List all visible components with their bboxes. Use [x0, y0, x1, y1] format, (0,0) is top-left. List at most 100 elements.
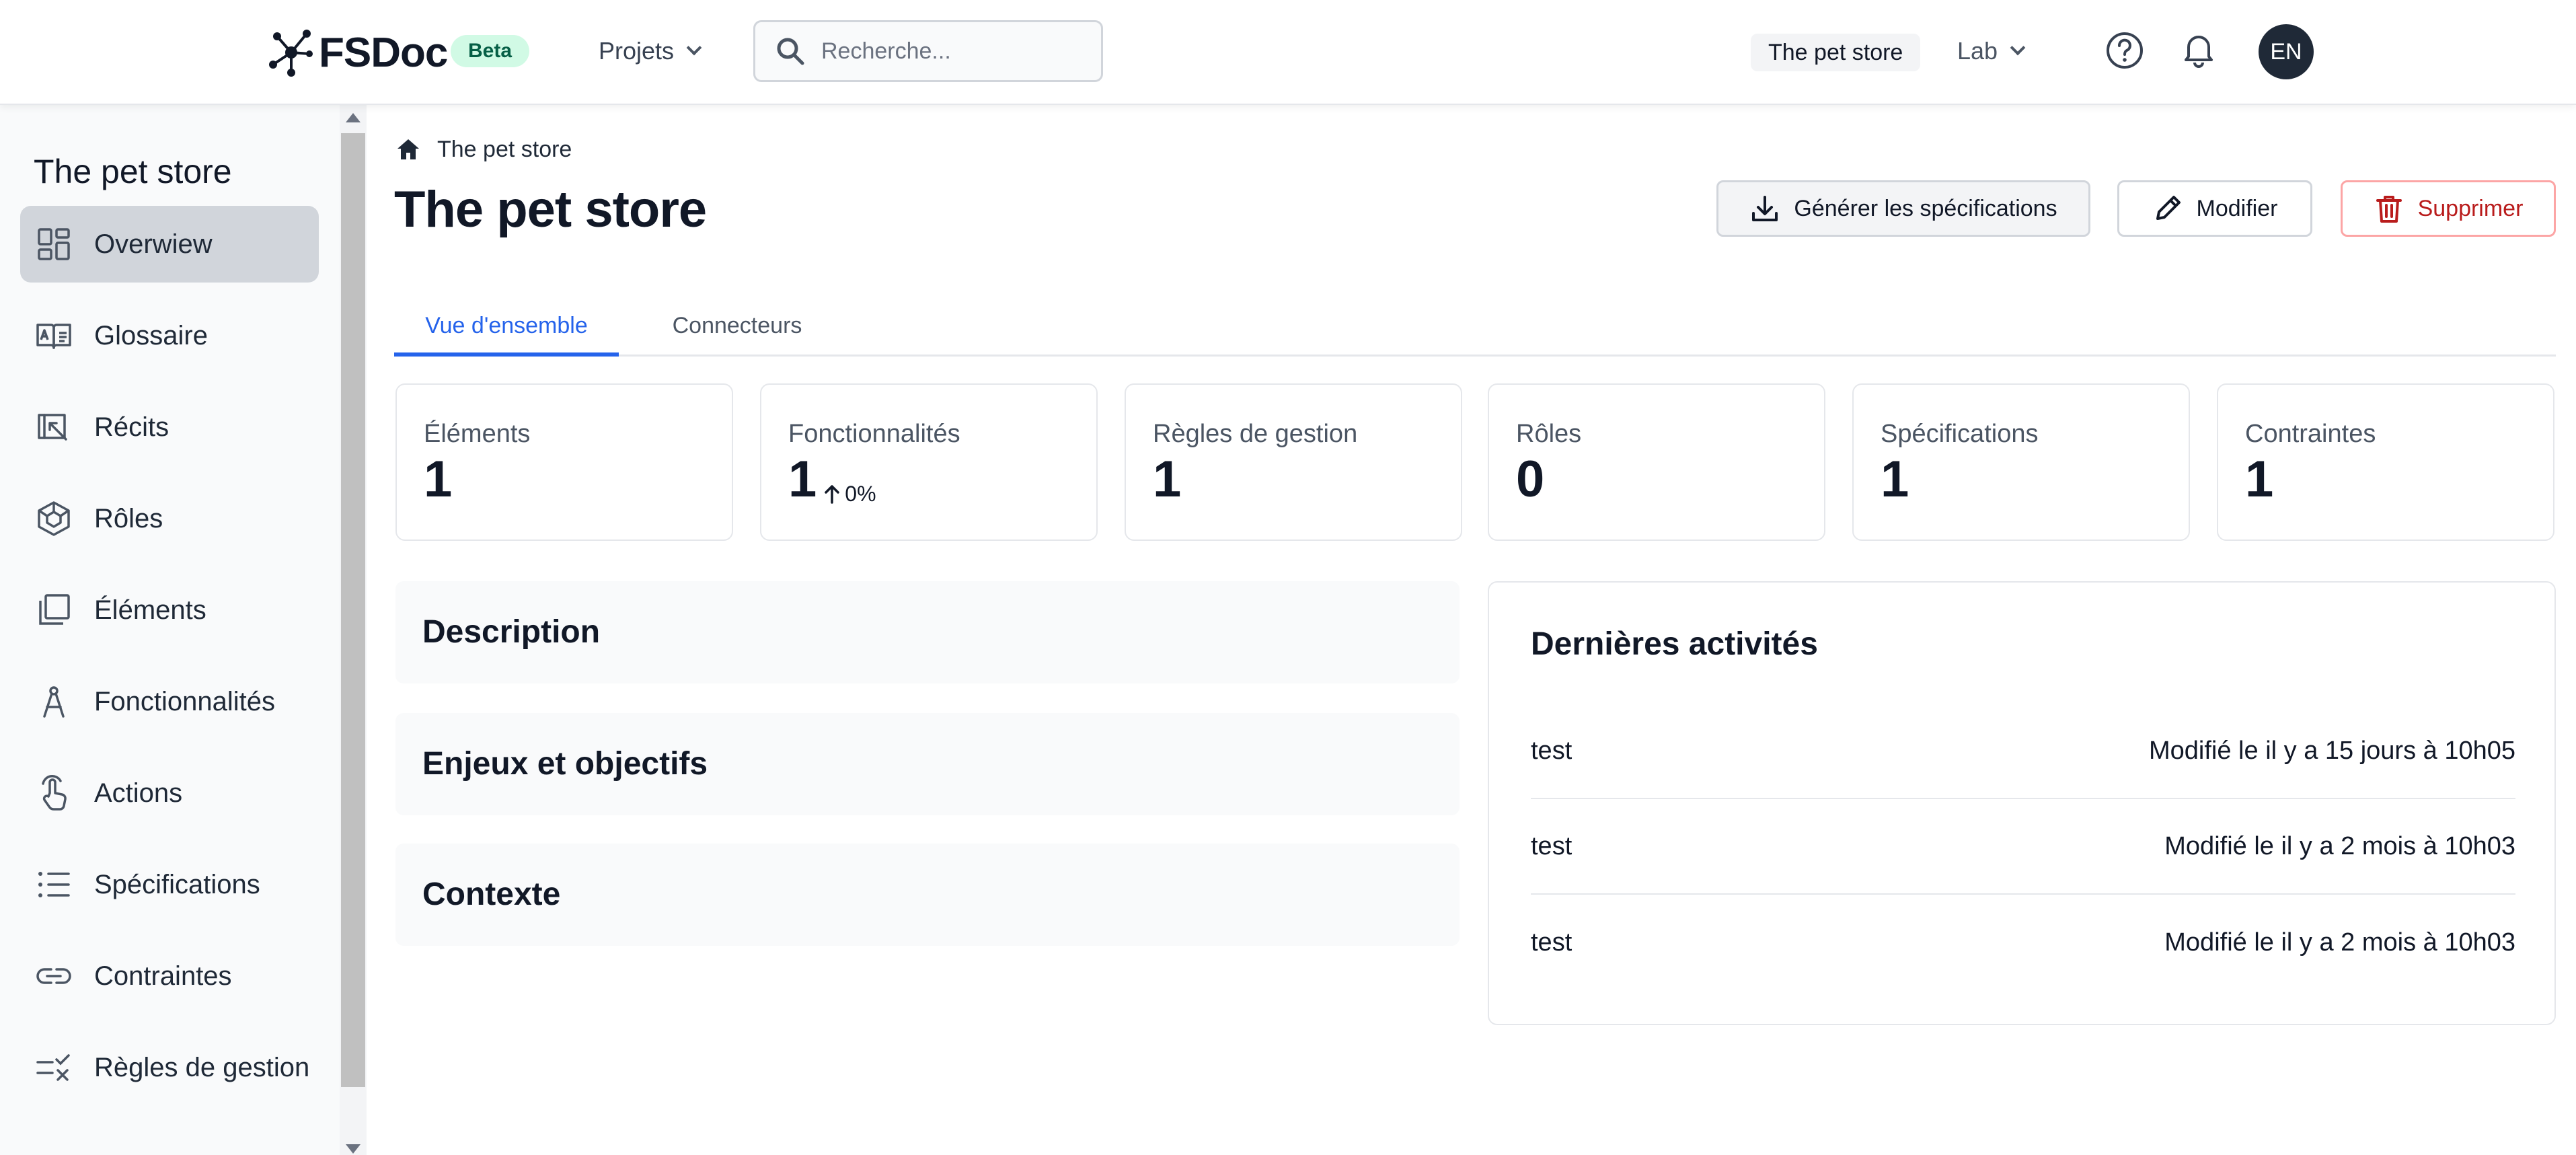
- sidebar-item-roles[interactable]: Rôles: [20, 480, 319, 557]
- stat-card-fonctionnalites[interactable]: Fonctionnalités 1 0%: [760, 383, 1098, 541]
- generate-label: Générer les spécifications: [1794, 195, 2057, 221]
- top-bar: FSDoc Beta Projets The pet store Lab EN: [0, 0, 2576, 105]
- activity-date: Modifié le il y a 2 mois à 10h03: [2164, 831, 2515, 860]
- current-project-pill[interactable]: The pet store: [1751, 34, 1921, 71]
- dashboard-icon: [38, 228, 70, 260]
- scroll-up-arrow-icon[interactable]: [346, 113, 361, 122]
- activity-row[interactable]: test Modifié le il y a 15 jours à 10h05: [1531, 704, 2515, 799]
- network-logo-icon: [269, 30, 313, 77]
- sidebar-item-contraintes[interactable]: Contraintes: [20, 938, 319, 1014]
- rules-icon: [36, 1054, 70, 1081]
- activity-row[interactable]: test Modifié le il y a 2 mois à 10h03: [1531, 799, 2515, 895]
- stat-value: 0: [1516, 451, 1545, 508]
- bell-icon[interactable]: [2179, 30, 2218, 70]
- stat-card-elements[interactable]: Éléments 1: [395, 383, 733, 541]
- stat-card-contraintes[interactable]: Contraintes 1: [2217, 383, 2554, 541]
- delete-button[interactable]: Supprimer: [2341, 180, 2556, 237]
- search-box[interactable]: [753, 20, 1103, 82]
- activity-name: test: [1531, 831, 1573, 860]
- activity-row[interactable]: test Modifié le il y a 2 mois à 10h03: [1531, 895, 2515, 990]
- list-icon: [38, 872, 70, 897]
- stat-value: 1: [424, 451, 453, 508]
- section-enjeux-et-objectifs[interactable]: Enjeux et objectifs: [395, 713, 1460, 815]
- stat-value: 1: [1153, 451, 1182, 508]
- beta-badge: Beta: [451, 35, 530, 67]
- sidebar-item-specifications[interactable]: Spécifications: [20, 846, 319, 923]
- fsdoc-logo[interactable]: FSDoc: [268, 26, 448, 79]
- stat-label: Spécifications: [1881, 420, 2039, 448]
- search-icon: [777, 38, 804, 65]
- role-cube-icon: [38, 501, 70, 536]
- page-title: The pet store: [394, 181, 707, 238]
- section-description[interactable]: Description: [395, 581, 1460, 683]
- help-icon[interactable]: [2105, 31, 2144, 70]
- home-icon[interactable]: [395, 137, 421, 162]
- activity-name: test: [1531, 736, 1573, 765]
- delete-label: Supprimer: [2417, 195, 2524, 221]
- section-contexte[interactable]: Contexte: [395, 844, 1460, 946]
- logo-text: FSDoc: [319, 29, 448, 76]
- scroll-thumb[interactable]: [341, 133, 365, 1087]
- stat-trend-value: 0%: [845, 482, 876, 506]
- stat-label: Règles de gestion: [1153, 420, 1358, 448]
- sidebar-project-title: The pet store: [34, 153, 232, 190]
- sidebar-item-label: Fonctionnalités: [94, 686, 276, 716]
- stat-card-specifications[interactable]: Spécifications 1: [1852, 383, 2190, 541]
- sidebar-item-label: Contraintes: [94, 961, 232, 991]
- projects-dropdown[interactable]: Projets: [599, 34, 702, 69]
- scroll-down-arrow-icon[interactable]: [346, 1144, 361, 1154]
- workspace-label: Lab: [1957, 37, 1998, 65]
- edit-button[interactable]: Modifier: [2117, 180, 2312, 237]
- sidebar-item-recits[interactable]: Récits: [20, 389, 319, 465]
- recent-activity-panel: Dernières activités test Modifié le il y…: [1488, 581, 2556, 1025]
- user-avatar[interactable]: EN: [2259, 24, 2314, 79]
- sidebar: The pet store Overwiew Glossaire Récits …: [0, 105, 340, 1155]
- activity-date: Modifié le il y a 2 mois à 10h03: [2164, 928, 2515, 957]
- sidebar-item-elements[interactable]: Éléments: [20, 572, 319, 648]
- tab-vue-d-ensemble[interactable]: Vue d'ensemble: [394, 299, 619, 357]
- sidebar-scrollbar[interactable]: [340, 105, 367, 1155]
- stat-value: 1: [2245, 451, 2274, 508]
- sidebar-item-label: Règles de gestion: [94, 1052, 310, 1082]
- breadcrumb-current[interactable]: The pet store: [437, 137, 572, 163]
- pencil-icon: [2156, 196, 2181, 220]
- link-icon: [36, 968, 71, 984]
- workspace-dropdown[interactable]: Lab: [1957, 32, 2026, 70]
- sidebar-item-label: Overwiew: [94, 229, 213, 259]
- tab-connecteurs[interactable]: Connecteurs: [636, 299, 838, 357]
- sidebar-item-label: Récits: [94, 412, 169, 442]
- tab-bar: Vue d'ensemble Connecteurs: [394, 283, 2556, 357]
- stat-card-regles-de-gestion[interactable]: Règles de gestion 1: [1125, 383, 1462, 541]
- generate-specifications-button[interactable]: Générer les spécifications: [1716, 180, 2090, 237]
- arrow-up-icon: [825, 485, 840, 504]
- sidebar-item-label: Rôles: [94, 503, 163, 533]
- activity-title: Dernières activités: [1531, 626, 1818, 662]
- download-icon: [1752, 196, 1778, 221]
- sidebar-item-label: Éléments: [94, 595, 206, 625]
- elements-icon: [39, 594, 70, 625]
- stat-value: 1: [788, 451, 817, 508]
- stat-card-roles[interactable]: Rôles 0: [1488, 383, 1825, 541]
- sidebar-item-glossaire[interactable]: Glossaire: [20, 297, 319, 374]
- story-icon: [38, 414, 67, 441]
- stat-trend: 0%: [822, 482, 876, 505]
- projects-label: Projets: [599, 37, 675, 65]
- stat-label: Éléments: [424, 420, 531, 448]
- compass-icon: [43, 686, 65, 718]
- sidebar-item-label: Glossaire: [94, 320, 208, 350]
- stat-value: 1: [1881, 451, 1909, 508]
- activity-name: test: [1531, 928, 1573, 957]
- chevron-down-icon: [686, 40, 702, 56]
- sidebar-item-regles-de-gestion[interactable]: Règles de gestion: [20, 1029, 319, 1106]
- chevron-down-icon: [2010, 40, 2026, 56]
- activity-date: Modifié le il y a 15 jours à 10h05: [2149, 736, 2515, 765]
- sidebar-item-actions[interactable]: Actions: [20, 755, 319, 831]
- pointer-hand-icon: [42, 775, 67, 811]
- stat-label: Fonctionnalités: [788, 420, 960, 448]
- sidebar-item-fonctionnalites[interactable]: Fonctionnalités: [20, 663, 319, 740]
- stat-label: Contraintes: [2245, 420, 2376, 448]
- sidebar-item-overview[interactable]: Overwiew: [20, 206, 319, 283]
- glossary-book-icon: [36, 324, 71, 349]
- search-input[interactable]: [821, 38, 1090, 65]
- stat-label: Rôles: [1516, 420, 1582, 448]
